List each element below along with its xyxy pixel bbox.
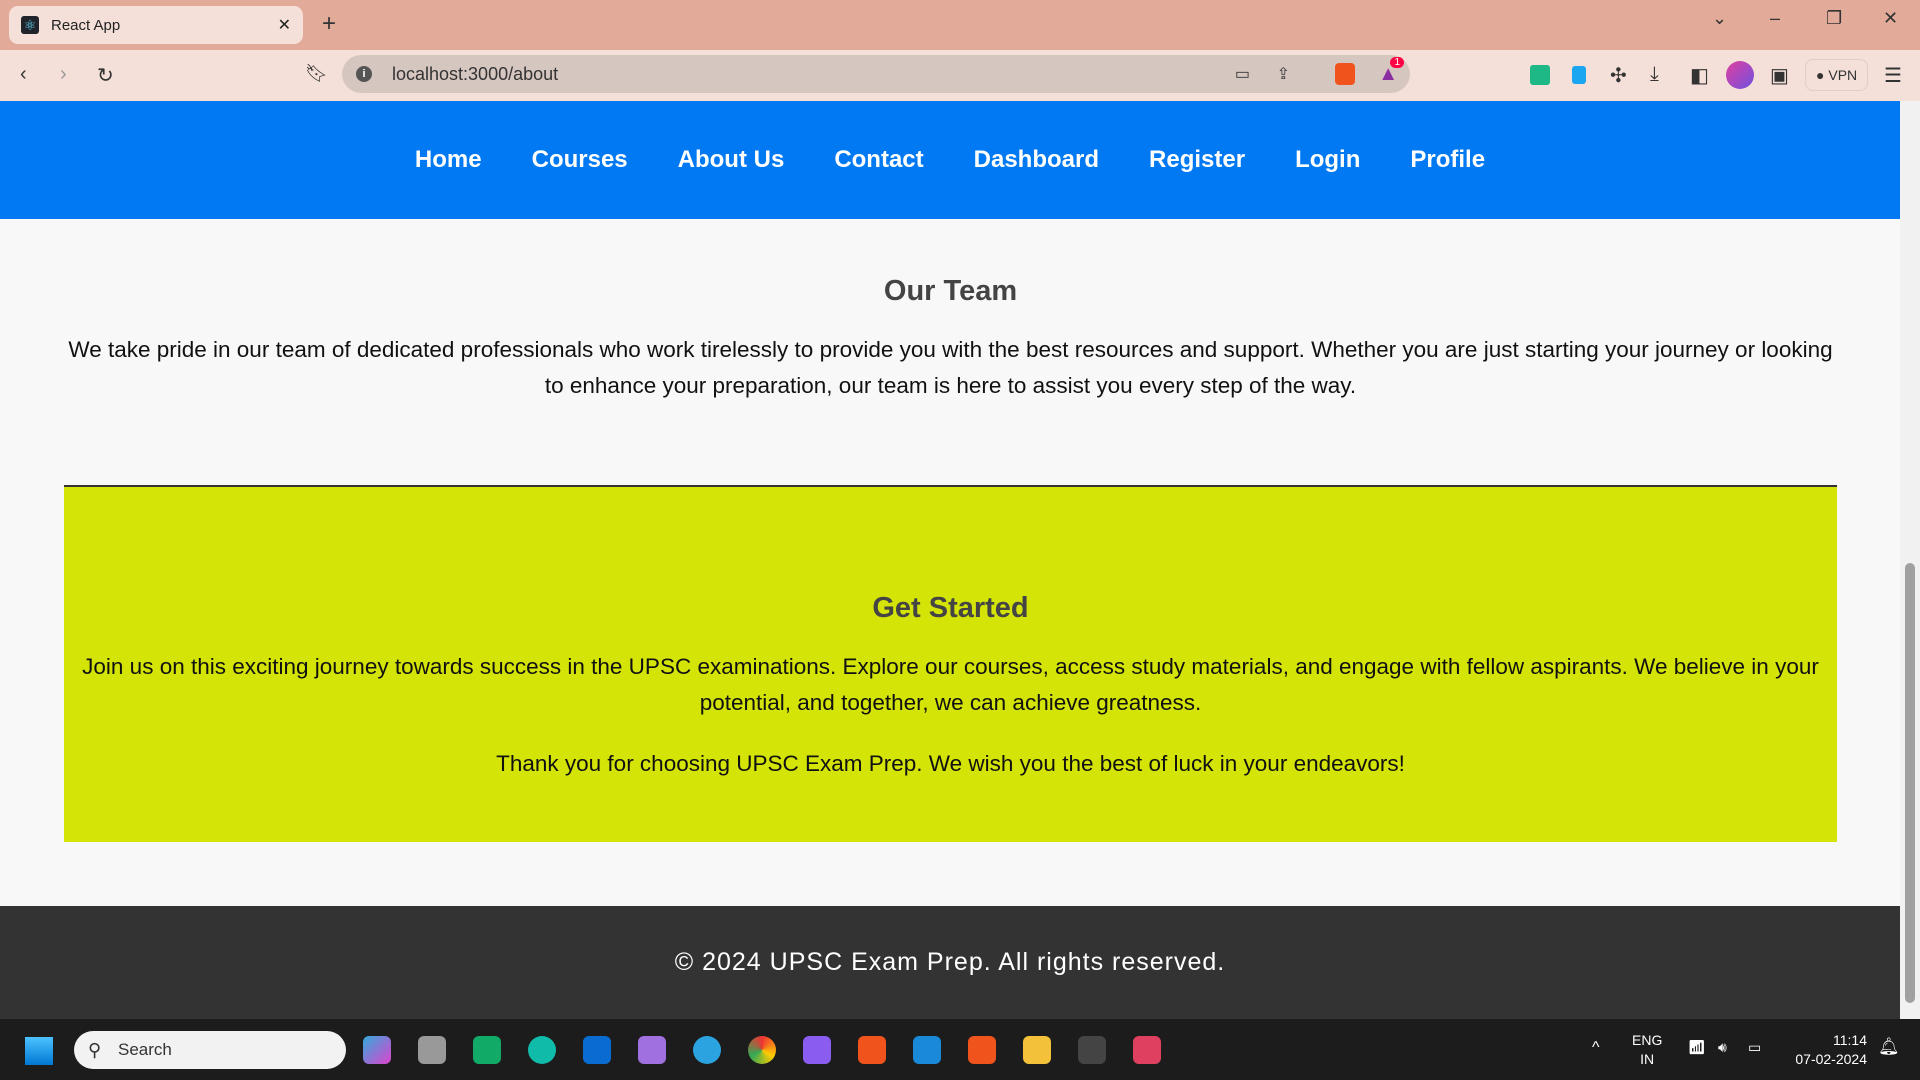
search-icon: ⚲ (88, 1039, 102, 1060)
nav-about-us[interactable]: About Us (678, 146, 785, 174)
app-icon[interactable] (638, 1036, 666, 1064)
chrome-icon[interactable] (748, 1036, 776, 1064)
nav-register[interactable]: Register (1149, 146, 1245, 174)
vpn-button[interactable]: ● VPN (1805, 59, 1869, 91)
restore-icon[interactable]: ❐ (1826, 8, 1842, 29)
vscode-icon[interactable] (913, 1036, 941, 1064)
share-icon[interactable]: ⇪ (1277, 64, 1290, 84)
scrollbar-thumb[interactable] (1905, 563, 1915, 1003)
volume-icon[interactable]: 🔊︎ (1718, 1039, 1727, 1056)
browser-toolbar: ‹ › ↻ 🔖︎ i localhost:3000/about ▭ ⇪ ▲ 1 … (0, 50, 1920, 101)
browser-tab[interactable]: ⚛ React App ✕ (9, 6, 303, 44)
extension-icon[interactable] (1530, 65, 1550, 85)
copilot-icon[interactable] (363, 1036, 391, 1064)
extension-icon[interactable] (1572, 66, 1586, 84)
language-indicator[interactable]: ENG IN (1632, 1031, 1662, 1069)
brave-shields-icon[interactable] (1335, 63, 1355, 85)
tab-search-icon[interactable]: ⌄ (1712, 8, 1727, 29)
windows-start-icon[interactable] (25, 1037, 53, 1065)
download-icon[interactable]: ⤓ (1650, 63, 1659, 86)
about-content: Our Team We take pride in our team of de… (0, 219, 1900, 906)
brave-nightly-icon[interactable] (1133, 1036, 1161, 1064)
clock[interactable]: 11:14 07-02-2024 (1785, 1031, 1867, 1069)
taskbar-search[interactable]: ⚲ Search (74, 1031, 346, 1069)
file-explorer-icon[interactable] (1023, 1036, 1051, 1064)
close-window-icon[interactable]: ✕ (1883, 8, 1898, 29)
visual-studio-icon[interactable] (803, 1036, 831, 1064)
back-icon[interactable]: ‹ (20, 63, 27, 86)
telegram-icon[interactable] (693, 1036, 721, 1064)
info-icon[interactable]: i (356, 66, 372, 82)
get-started-heading: Get Started (872, 592, 1029, 624)
minimize-icon[interactable]: – (1770, 8, 1780, 29)
taskbar: ⚲ Search ^ ENG IN 📶︎ 🔊︎ ▭ 11:14 07-02-20… (0, 1019, 1920, 1080)
vpn-label: VPN (1828, 67, 1858, 83)
sidebar-icon[interactable]: ◧ (1690, 63, 1709, 88)
nav-contact[interactable]: Contact (834, 146, 923, 174)
lang-text: ENG (1632, 1032, 1663, 1048)
wifi-icon[interactable]: 📶︎ (1688, 1039, 1706, 1056)
url-text: localhost:3000/about (392, 63, 559, 84)
bookmark-icon[interactable]: 🔖︎ (305, 63, 328, 84)
footer: © 2024 UPSC Exam Prep. All rights reserv… (0, 906, 1900, 1019)
tab-title: React App (51, 16, 121, 34)
menu-icon[interactable]: ☰ (1884, 63, 1902, 88)
battery-icon[interactable]: ▭ (1748, 1039, 1761, 1056)
nav-courses[interactable]: Courses (532, 146, 628, 174)
react-icon: ⚛ (21, 16, 39, 34)
nav-home[interactable]: Home (415, 146, 482, 174)
terminal-icon[interactable] (1078, 1036, 1106, 1064)
wallet-icon[interactable]: ▣ (1770, 63, 1789, 88)
get-started-text: Join us on this exciting journey towards… (82, 654, 1819, 715)
address-bar[interactable]: i localhost:3000/about ▭ ⇪ ▲ 1 (342, 55, 1410, 93)
close-tab-icon[interactable]: ✕ (278, 15, 291, 35)
edge-icon[interactable] (528, 1036, 556, 1064)
outlook-icon[interactable] (583, 1036, 611, 1064)
nav-login[interactable]: Login (1295, 146, 1360, 174)
nav-dashboard[interactable]: Dashboard (974, 146, 1099, 174)
our-team-text: We take pride in our team of dedicated p… (68, 337, 1833, 398)
nav-profile[interactable]: Profile (1410, 146, 1485, 174)
task-view-icon[interactable] (418, 1036, 446, 1064)
rewards-badge: 1 (1390, 57, 1404, 68)
notification-bell-icon[interactable]: 🔔︎ (1878, 1037, 1900, 1057)
copyright-text: © 2024 UPSC Exam Prep. All rights reserv… (674, 948, 1226, 976)
brave-icon[interactable] (858, 1036, 886, 1064)
reload-icon[interactable]: ↻ (97, 63, 114, 88)
our-team-section: Our Team We take pride in our team of de… (64, 275, 1837, 404)
extensions-puzzle-icon[interactable]: ✣ (1610, 63, 1627, 88)
main-nav: Home Courses About Us Contact Dashboard … (0, 101, 1900, 219)
get-started-section: Get Started Join us on this exciting jou… (64, 487, 1837, 842)
tray-chevron-icon[interactable]: ^ (1592, 1039, 1600, 1057)
region-text: IN (1640, 1051, 1655, 1067)
tab-bar: ⚛ React App ✕ + ⌄ – ❐ ✕ (0, 0, 1920, 50)
thanks-text: Thank you for choosing UPSC Exam Prep. W… (496, 751, 1405, 776)
time-text: 11:14 (1833, 1032, 1867, 1048)
our-team-heading: Our Team (883, 275, 1018, 307)
brave-beta-icon[interactable] (968, 1036, 996, 1064)
date-text: 07-02-2024 (1795, 1051, 1867, 1067)
new-tab-icon[interactable]: + (322, 10, 336, 38)
forward-icon[interactable]: › (60, 63, 67, 86)
profile-avatar[interactable] (1726, 61, 1754, 89)
cast-icon[interactable]: ▭ (1235, 64, 1250, 84)
scrollbar[interactable] (1900, 101, 1920, 1019)
search-placeholder: Search (118, 1040, 172, 1059)
app-icon[interactable] (473, 1036, 501, 1064)
